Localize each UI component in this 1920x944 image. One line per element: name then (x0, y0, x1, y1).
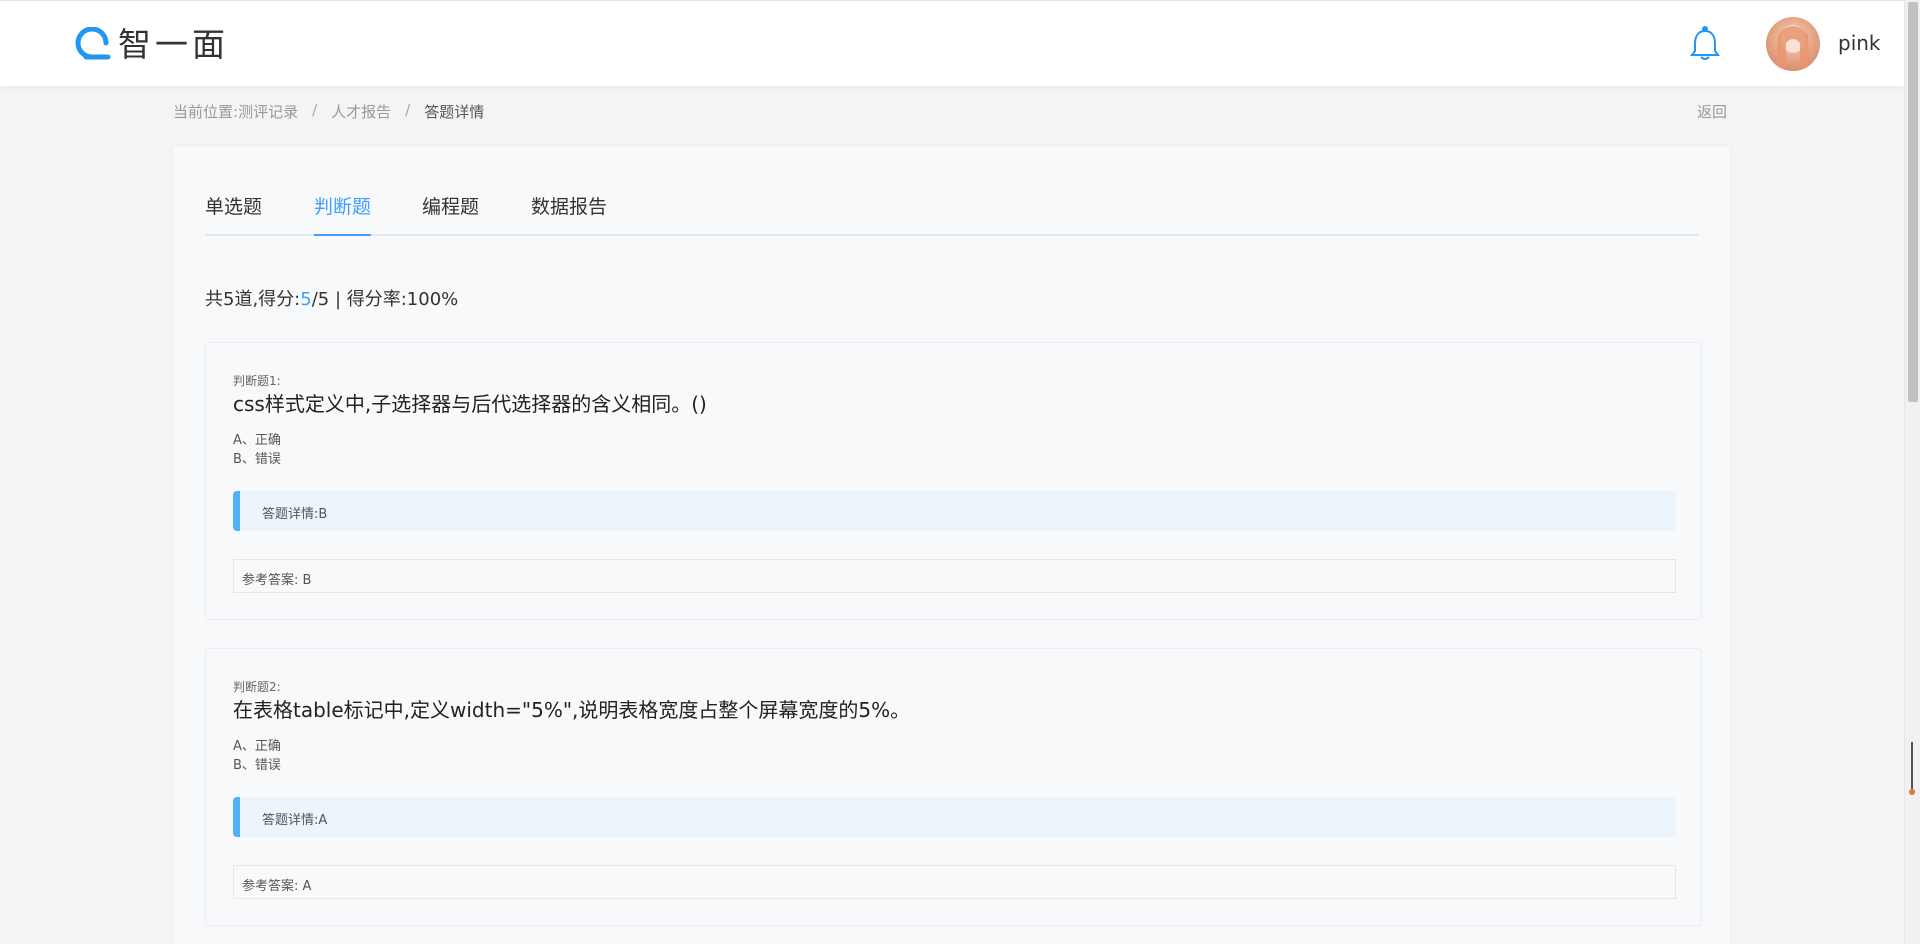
reference-answer-text: 参考答案: B (242, 573, 312, 588)
main-card: 单选题 判断题 编程题 数据报告 共5道,得分:5/5 | 得分率:100% 判… (173, 146, 1730, 944)
summary-prefix: 共5道,得分: (205, 289, 301, 310)
breadcrumb-item-records[interactable]: 测评记录 (238, 101, 298, 122)
back-link[interactable]: 返回 (1697, 101, 1727, 122)
tab-data-report[interactable]: 数据报告 (531, 190, 607, 236)
answer-detail-text: 答题详情:A (262, 813, 328, 828)
question-option-a: A、正确 (233, 433, 281, 448)
score-summary: 共5道,得分:5/5 | 得分率:100% (205, 285, 458, 311)
logo-mark-icon (75, 27, 111, 60)
question-option-b: B、错误 (233, 758, 281, 773)
summary-score: 5 (300, 289, 312, 310)
logo[interactable]: 智一面 (72, 27, 229, 63)
question-card: 判断题1: css样式定义中,子选择器与后代选择器的含义相同。() A、正确 B… (205, 342, 1702, 620)
tab-programming[interactable]: 编程题 (422, 190, 479, 236)
scroll-indicator-icon (1909, 742, 1915, 795)
logo-text: 智一面 (118, 25, 229, 64)
avatar-image (1776, 25, 1810, 71)
tab-single-choice[interactable]: 单选题 (205, 190, 262, 236)
question-title: css样式定义中,子选择器与后代选择器的含义相同。() (233, 392, 707, 416)
question-option-a: A、正确 (233, 739, 281, 754)
reference-answer: 参考答案: B (233, 559, 1676, 593)
answer-detail: 答题详情:B (233, 491, 1676, 531)
breadcrumb-separator: / (312, 101, 318, 119)
tab-true-false[interactable]: 判断题 (314, 190, 372, 236)
question-title: 在表格table标记中,定义width="5%",说明表格宽度占整个屏幕宽度的5… (233, 698, 911, 722)
reference-answer-text: 参考答案: A (242, 879, 312, 894)
summary-rest: /5 | 得分率:100% (311, 289, 459, 310)
top-header: 智一面 pink (0, 0, 1904, 86)
page-scrollbar[interactable] (1904, 0, 1920, 944)
breadcrumb-item-report[interactable]: 人才报告 (331, 101, 391, 122)
answer-detail: 答题详情:A (233, 797, 1676, 837)
question-label: 判断题1: (233, 374, 281, 388)
breadcrumb-prefix: 当前位置: (173, 103, 239, 121)
answer-detail-text: 答题详情:B (262, 507, 328, 522)
username[interactable]: pink (1838, 31, 1881, 55)
scrollbar-thumb[interactable] (1908, 2, 1918, 402)
question-card: 判断题2: 在表格table标记中,定义width="5%",说明表格宽度占整个… (205, 648, 1702, 926)
avatar[interactable] (1766, 17, 1820, 71)
breadcrumb-item-current: 答题详情 (424, 103, 485, 121)
breadcrumb: 当前位置: 测评记录 / 人才报告 / 答题详情 (173, 101, 484, 122)
reference-answer: 参考答案: A (233, 865, 1676, 899)
bell-icon[interactable] (1690, 25, 1720, 61)
tab-bar: 单选题 判断题 编程题 数据报告 (205, 190, 1699, 236)
question-option-b: B、错误 (233, 452, 281, 467)
breadcrumb-separator: / (405, 101, 411, 119)
question-label: 判断题2: (233, 680, 281, 694)
